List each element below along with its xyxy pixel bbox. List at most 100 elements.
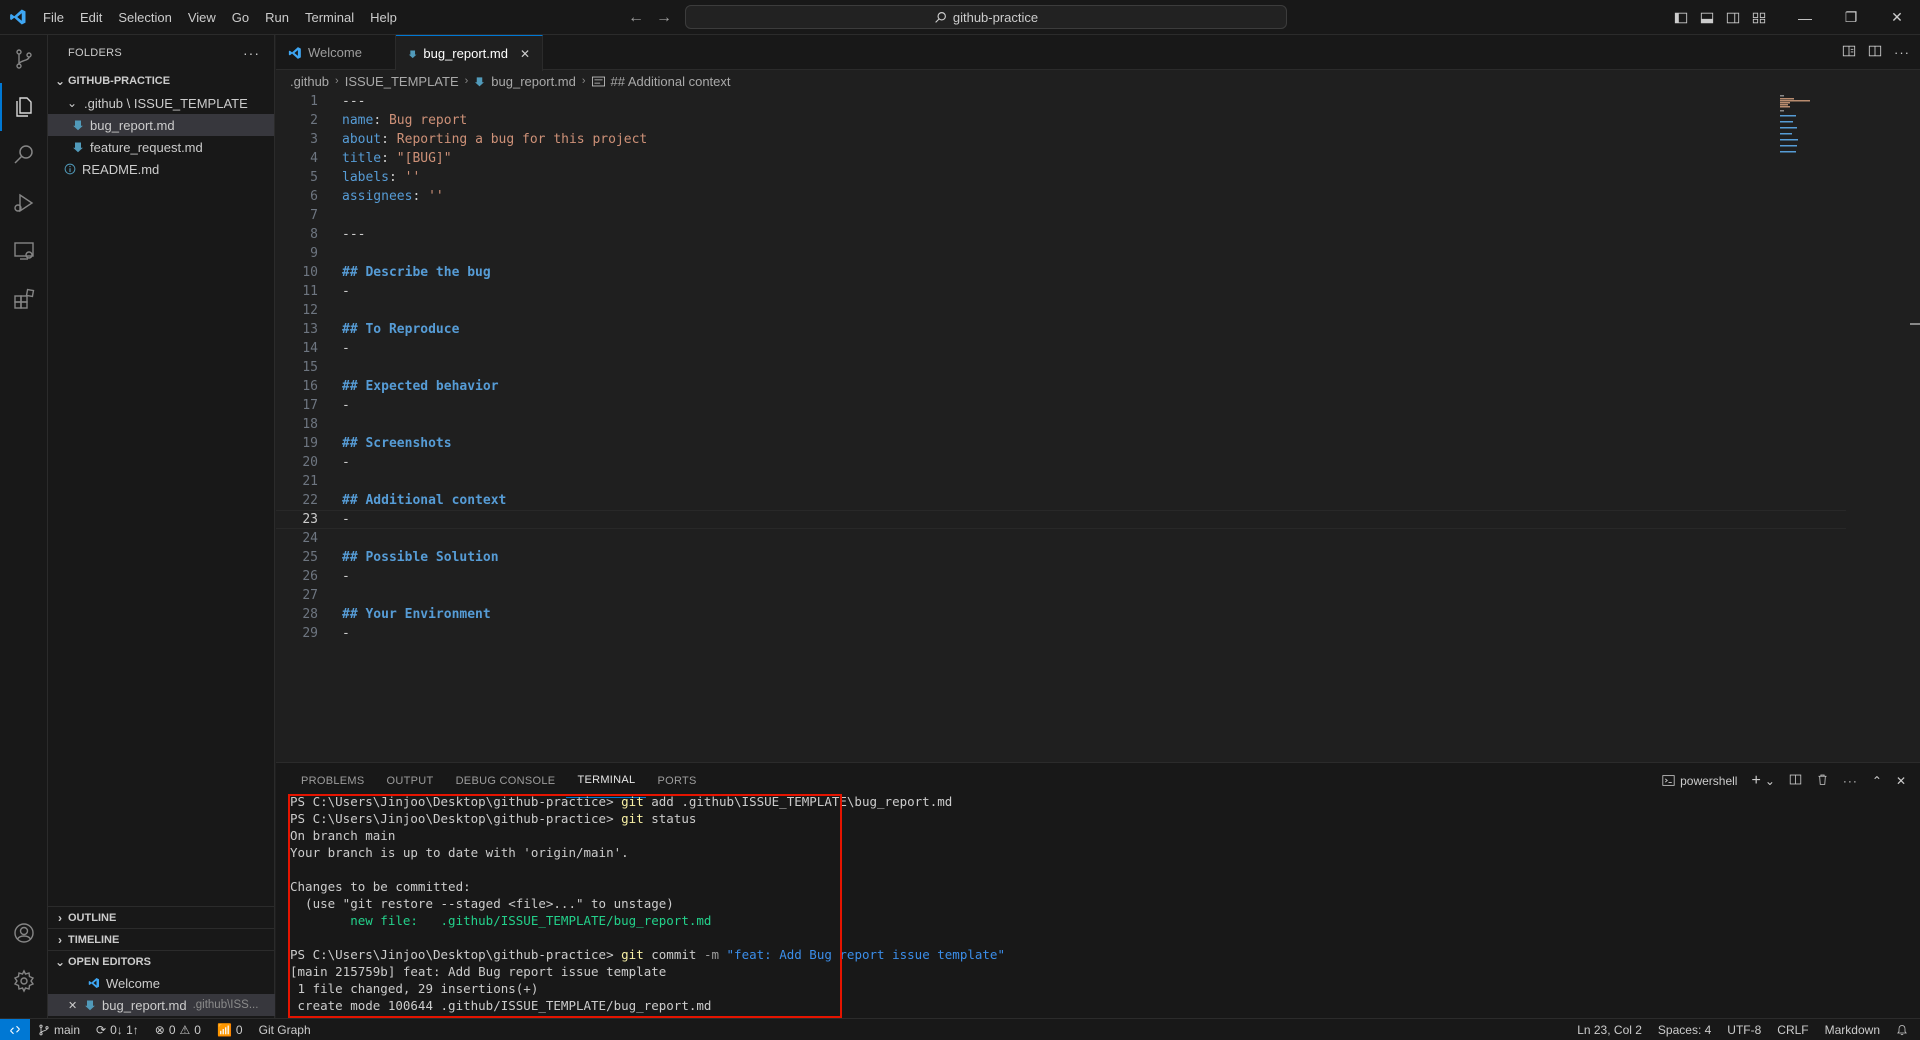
- ports-indicator[interactable]: 📶 0: [209, 1023, 251, 1037]
- code-line[interactable]: 11 -: [276, 282, 1846, 301]
- kill-terminal-trash-icon[interactable]: [1816, 773, 1829, 789]
- restore-icon[interactable]: ❐: [1828, 0, 1874, 35]
- branch-indicator[interactable]: main: [30, 1023, 88, 1037]
- remote-indicator-icon[interactable]: [0, 1018, 30, 1040]
- code-editor[interactable]: 1 --- 2 name: Bug report 3 about: Reporting a…: [276, 92, 1846, 643]
- code-line[interactable]: 16 ## Expected behavior: [276, 377, 1846, 396]
- menu-run[interactable]: Run: [257, 0, 297, 35]
- tab-close-icon[interactable]: ✕: [520, 47, 530, 61]
- tab-bug-report[interactable]: bug_report.md ✕: [396, 35, 543, 71]
- sync-indicator[interactable]: ⟳ 0↓ 1↑: [88, 1023, 147, 1037]
- back-arrow-icon[interactable]: ←: [628, 9, 644, 27]
- code-line[interactable]: 21: [276, 472, 1846, 491]
- tree-folder-issue-template[interactable]: ⌄ .github \ ISSUE_TEMPLATE: [48, 92, 274, 114]
- folder-root-header[interactable]: ⌄ GITHUB-PRACTICE: [48, 70, 274, 92]
- more-actions-icon[interactable]: ···: [1843, 774, 1858, 788]
- code-line[interactable]: 13 ## To Reproduce: [276, 320, 1846, 339]
- accounts-icon[interactable]: [0, 909, 48, 957]
- code-line[interactable]: 26 -: [276, 567, 1846, 586]
- code-line[interactable]: 24: [276, 529, 1846, 548]
- language-mode[interactable]: Markdown: [1817, 1023, 1888, 1037]
- terminal-profile[interactable]: powershell: [1662, 774, 1737, 788]
- open-editor-welcome[interactable]: Welcome: [48, 972, 275, 994]
- remote-explorer-icon[interactable]: [0, 227, 48, 275]
- split-editor-icon[interactable]: [1868, 44, 1882, 61]
- split-terminal-icon[interactable]: [1789, 773, 1802, 789]
- code-line[interactable]: 2 name: Bug report: [276, 111, 1846, 130]
- code-line[interactable]: 19 ## Screenshots: [276, 434, 1846, 453]
- minimize-icon[interactable]: —: [1782, 0, 1828, 35]
- code-line[interactable]: 17 -: [276, 396, 1846, 415]
- breadcrumb-item[interactable]: ## Additional context: [611, 74, 731, 89]
- code-line[interactable]: 8 ---: [276, 225, 1846, 244]
- cursor-position[interactable]: Ln 23, Col 2: [1569, 1023, 1650, 1037]
- code-line[interactable]: 25 ## Possible Solution: [276, 548, 1846, 567]
- code-line[interactable]: 28 ## Your Environment: [276, 605, 1846, 624]
- breadcrumb-item[interactable]: ISSUE_TEMPLATE: [345, 74, 459, 89]
- chevron-right-icon: ›: [58, 910, 62, 925]
- settings-gear-icon[interactable]: [0, 957, 48, 1005]
- menu-file[interactable]: File: [35, 0, 72, 35]
- source-control-icon[interactable]: [0, 35, 48, 83]
- tree-file-feature-request[interactable]: feature_request.md: [48, 136, 274, 158]
- code-line[interactable]: 20 -: [276, 453, 1846, 472]
- run-and-debug-icon[interactable]: [0, 179, 48, 227]
- command-center-search[interactable]: github-practice: [685, 5, 1287, 29]
- search-icon[interactable]: [0, 131, 48, 179]
- tree-file-readme[interactable]: README.md: [48, 158, 274, 180]
- code-line[interactable]: 18: [276, 415, 1846, 434]
- code-line[interactable]: 27: [276, 586, 1846, 605]
- toggle-secondary-sidebar-icon[interactable]: [1720, 0, 1746, 35]
- code-line[interactable]: 7: [276, 206, 1846, 225]
- code-line[interactable]: 10 ## Describe the bug: [276, 263, 1846, 282]
- explorer-icon[interactable]: [0, 83, 48, 131]
- menu-selection[interactable]: Selection: [110, 0, 179, 35]
- toggle-panel-icon[interactable]: [1694, 0, 1720, 35]
- customize-layout-icon[interactable]: [1746, 0, 1772, 35]
- maximize-panel-icon[interactable]: ⌃: [1872, 774, 1882, 788]
- forward-arrow-icon[interactable]: →: [656, 9, 672, 27]
- outline-header[interactable]: › OUTLINE: [48, 906, 275, 928]
- breadcrumb-item[interactable]: .github: [290, 74, 329, 89]
- code-line[interactable]: 5 labels: '': [276, 168, 1846, 187]
- extensions-icon[interactable]: [0, 275, 48, 323]
- close-panel-icon[interactable]: ✕: [1896, 774, 1906, 788]
- open-editors-header[interactable]: ⌄ OPEN EDITORS: [48, 950, 275, 972]
- open-preview-icon[interactable]: [1842, 44, 1856, 61]
- menu-edit[interactable]: Edit: [72, 0, 110, 35]
- problems-indicator[interactable]: ⊗ 0 ⚠ 0: [147, 1023, 209, 1037]
- close-icon[interactable]: ✕: [1874, 0, 1920, 35]
- code-line[interactable]: 6 assignees: '': [276, 187, 1846, 206]
- new-terminal-icon[interactable]: +: [1751, 772, 1760, 790]
- open-editor-bug-report[interactable]: ✕ bug_report.md .github\ISS...: [48, 994, 275, 1016]
- more-actions-icon[interactable]: ···: [1894, 45, 1910, 60]
- code-line[interactable]: 1 ---: [276, 92, 1846, 111]
- code-line[interactable]: 9: [276, 244, 1846, 263]
- code-line[interactable]: 12: [276, 301, 1846, 320]
- encoding[interactable]: UTF-8: [1719, 1023, 1769, 1037]
- git-graph-button[interactable]: Git Graph: [251, 1023, 319, 1037]
- chevron-down-icon[interactable]: ⌄: [1765, 774, 1775, 788]
- close-icon[interactable]: ✕: [68, 999, 82, 1012]
- more-actions-icon[interactable]: ···: [243, 45, 260, 61]
- code-line[interactable]: 3 about: Reporting a bug for this project: [276, 130, 1846, 149]
- code-line[interactable]: 22 ## Additional context: [276, 491, 1846, 510]
- code-line[interactable]: 29 -: [276, 624, 1846, 643]
- code-line[interactable]: 15: [276, 358, 1846, 377]
- tab-welcome[interactable]: Welcome: [276, 35, 396, 70]
- code-line[interactable]: 14 -: [276, 339, 1846, 358]
- menu-go[interactable]: Go: [224, 0, 257, 35]
- notifications-bell-icon[interactable]: [1888, 1024, 1920, 1036]
- tree-file-bug-report[interactable]: bug_report.md: [48, 114, 274, 136]
- toggle-primary-sidebar-icon[interactable]: [1668, 0, 1694, 35]
- indentation[interactable]: Spaces: 4: [1650, 1023, 1719, 1037]
- breadcrumb-item[interactable]: bug_report.md: [491, 74, 576, 89]
- menu-help[interactable]: Help: [362, 0, 405, 35]
- code-line[interactable]: 23 -: [276, 510, 1846, 529]
- timeline-header[interactable]: › TIMELINE: [48, 928, 275, 950]
- minimap[interactable]: [1780, 95, 1840, 155]
- end-of-line[interactable]: CRLF: [1769, 1023, 1816, 1037]
- menu-terminal[interactable]: Terminal: [297, 0, 362, 35]
- code-line[interactable]: 4 title: "[BUG]": [276, 149, 1846, 168]
- menu-view[interactable]: View: [180, 0, 224, 35]
